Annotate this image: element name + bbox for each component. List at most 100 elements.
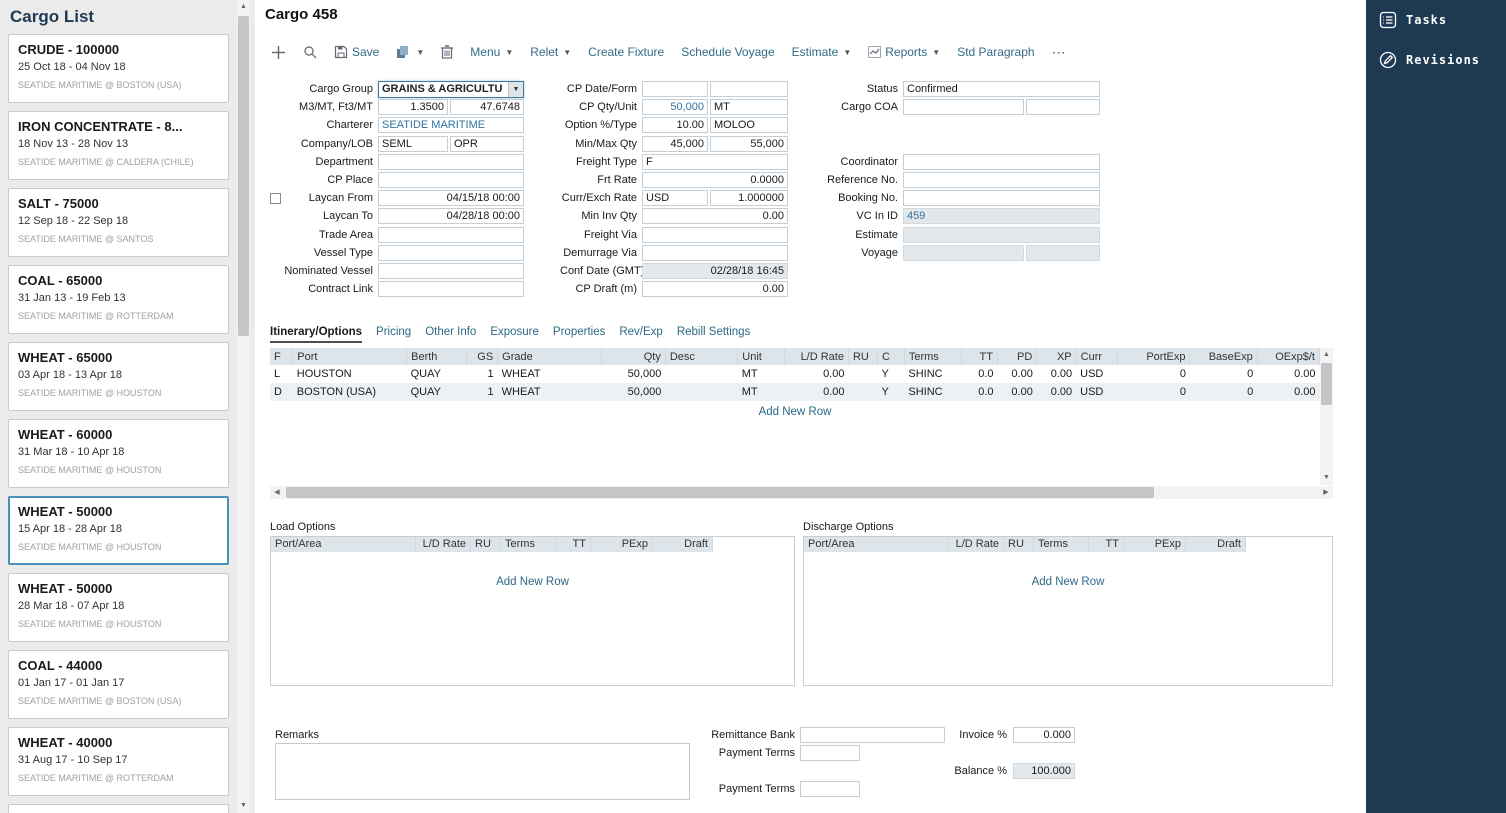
cell-unit[interactable]: MT bbox=[738, 383, 785, 401]
save-button[interactable]: Save bbox=[334, 45, 379, 59]
col-header-terms[interactable]: Terms bbox=[1034, 537, 1089, 552]
cell-xp[interactable]: 0.00 bbox=[1037, 383, 1076, 401]
discharge-options-add-row[interactable]: Add New Row bbox=[804, 552, 1332, 588]
cell-terms[interactable]: SHINC bbox=[904, 383, 961, 401]
cell-tt[interactable]: 0.0 bbox=[961, 365, 997, 383]
schedule-voyage-button[interactable]: Schedule Voyage bbox=[681, 45, 774, 59]
tab-itinerary-options[interactable]: Itinerary/Options bbox=[270, 326, 362, 343]
cell-pd[interactable]: 0.00 bbox=[998, 365, 1037, 383]
reports-button[interactable]: Reports ▼ bbox=[868, 45, 940, 59]
col-header-ru[interactable]: RU bbox=[1004, 537, 1034, 552]
trade-area-field[interactable] bbox=[378, 227, 524, 243]
cell-portexp[interactable]: 0 bbox=[1118, 383, 1190, 401]
cargo-list-scrollbar[interactable]: ▲ ▼ bbox=[237, 0, 250, 813]
col-header-port-area[interactable]: Port/Area bbox=[804, 537, 949, 552]
relet-button[interactable]: Relet ▼ bbox=[530, 45, 571, 59]
cell-oexp-t[interactable]: 0.00 bbox=[1257, 365, 1319, 383]
scrollbar-thumb[interactable] bbox=[286, 487, 1154, 498]
col-header-l-d-rate[interactable]: L/D Rate bbox=[784, 348, 848, 365]
scrollbar-thumb[interactable] bbox=[238, 16, 249, 336]
cargo-list-item[interactable]: SALT - 7500012 Sep 18 - 22 Sep 18SEATIDE… bbox=[8, 188, 229, 257]
menu-button[interactable]: Menu ▼ bbox=[470, 45, 513, 59]
col-header-berth[interactable]: Berth bbox=[407, 348, 467, 365]
laycan-from-field[interactable]: 04/15/18 00:00 bbox=[378, 190, 524, 206]
cp-qty-unit-1-field[interactable]: 50,000 bbox=[642, 99, 708, 115]
contract-link-field[interactable] bbox=[378, 281, 524, 297]
col-header-curr[interactable]: Curr bbox=[1076, 348, 1117, 365]
option-pct-type-2-field[interactable]: MOLOO bbox=[710, 117, 788, 133]
status-field[interactable]: Confirmed bbox=[903, 81, 1100, 97]
cell-port[interactable]: BOSTON (USA) bbox=[293, 383, 407, 401]
m3-ft3-1-field[interactable]: 1.3500 bbox=[378, 99, 448, 115]
col-header-terms[interactable]: Terms bbox=[904, 348, 961, 365]
cell-xp[interactable]: 0.00 bbox=[1037, 365, 1076, 383]
search-icon[interactable] bbox=[303, 45, 317, 59]
col-header-draft[interactable]: Draft bbox=[653, 537, 713, 552]
cell-pd[interactable]: 0.00 bbox=[998, 383, 1037, 401]
scroll-up-icon[interactable]: ▲ bbox=[1320, 348, 1333, 362]
scroll-right-icon[interactable]: ▶ bbox=[1319, 486, 1333, 499]
create-fixture-button[interactable]: Create Fixture bbox=[588, 45, 664, 59]
m3-ft3-2-field[interactable]: 47.6748 bbox=[450, 99, 524, 115]
cell-c[interactable]: Y bbox=[877, 383, 904, 401]
scrollbar-thumb[interactable] bbox=[1321, 363, 1332, 405]
scroll-down-icon[interactable]: ▼ bbox=[237, 799, 250, 813]
scroll-down-icon[interactable]: ▼ bbox=[1320, 471, 1333, 485]
voyage-1-field[interactable] bbox=[903, 245, 1024, 261]
cell-gs[interactable]: 1 bbox=[467, 365, 498, 383]
load-options-add-row[interactable]: Add New Row bbox=[271, 552, 794, 588]
cell-port[interactable]: HOUSTON bbox=[293, 365, 407, 383]
cargo-group-select[interactable]: GRAINS & AGRICULTU▼ bbox=[378, 81, 524, 98]
tab-rebill-settings[interactable]: Rebill Settings bbox=[677, 326, 751, 343]
col-header-port-area[interactable]: Port/Area bbox=[271, 537, 416, 552]
cell-desc[interactable] bbox=[665, 365, 737, 383]
col-header-tt[interactable]: TT bbox=[556, 537, 591, 552]
cell-f[interactable]: D bbox=[270, 383, 293, 401]
remarks-textarea[interactable] bbox=[275, 743, 690, 800]
cp-date-form-1-field[interactable] bbox=[642, 81, 708, 97]
cell-qty[interactable]: 50,000 bbox=[601, 365, 665, 383]
cargo-list-item[interactable]: WHEAT - 6000031 Mar 18 - 10 Apr 18SEATID… bbox=[8, 419, 229, 488]
tab-pricing[interactable]: Pricing bbox=[376, 326, 411, 343]
col-header-tt[interactable]: TT bbox=[961, 348, 997, 365]
col-header-l-d-rate[interactable]: L/D Rate bbox=[416, 537, 471, 552]
cell-c[interactable]: Y bbox=[877, 365, 904, 383]
coordinator-field[interactable] bbox=[903, 154, 1100, 170]
cell-l-d-rate[interactable]: 0.00 bbox=[784, 365, 848, 383]
cell-berth[interactable]: QUAY bbox=[407, 365, 467, 383]
col-header-portexp[interactable]: PortExp bbox=[1118, 348, 1190, 365]
cell-portexp[interactable]: 0 bbox=[1118, 365, 1190, 383]
cell-f[interactable]: L bbox=[270, 365, 293, 383]
freight-via-field[interactable] bbox=[642, 227, 788, 243]
col-header-tt[interactable]: TT bbox=[1089, 537, 1124, 552]
col-header-xp[interactable]: XP bbox=[1037, 348, 1076, 365]
scroll-up-icon[interactable]: ▲ bbox=[237, 0, 250, 14]
cell-l-d-rate[interactable]: 0.00 bbox=[784, 383, 848, 401]
scroll-left-icon[interactable]: ◀ bbox=[270, 486, 284, 499]
col-header-l-d-rate[interactable]: L/D Rate bbox=[949, 537, 1004, 552]
cp-place-field[interactable] bbox=[378, 172, 524, 188]
itinerary-row[interactable]: LHOUSTONQUAY1WHEAT50,000MT0.00YSHINC0.00… bbox=[270, 365, 1320, 383]
remittance-bank-field[interactable] bbox=[800, 727, 945, 743]
col-header-desc[interactable]: Desc bbox=[665, 348, 737, 365]
cargo-coa-1-field[interactable] bbox=[903, 99, 1024, 115]
delete-button[interactable] bbox=[441, 45, 453, 59]
company-lob-1-field[interactable]: SEML bbox=[378, 136, 448, 152]
freight-type-field[interactable]: F bbox=[642, 154, 788, 170]
cp-draft-m-field[interactable]: 0.00 bbox=[642, 281, 788, 297]
voyage-2-field[interactable] bbox=[1026, 245, 1100, 261]
laycan-from-checkbox[interactable] bbox=[270, 193, 281, 204]
demurrage-via-field[interactable] bbox=[642, 245, 788, 261]
col-header-pd[interactable]: PD bbox=[998, 348, 1037, 365]
col-header-unit[interactable]: Unit bbox=[738, 348, 785, 365]
cell-qty[interactable]: 50,000 bbox=[601, 383, 665, 401]
cell-desc[interactable] bbox=[665, 383, 737, 401]
col-header-qty[interactable]: Qty bbox=[601, 348, 665, 365]
cargo-list-item[interactable]: COAL - 4400001 Jan 17 - 01 Jan 17SEATIDE… bbox=[8, 650, 229, 719]
min-inv-qty-field[interactable]: 0.00 bbox=[642, 208, 788, 224]
cell-oexp-t[interactable]: 0.00 bbox=[1257, 383, 1319, 401]
option-pct-type-1-field[interactable]: 10.00 bbox=[642, 117, 708, 133]
conf-date-gmt-field[interactable]: 02/28/18 16:45 bbox=[642, 263, 788, 279]
cargo-list-item[interactable]: COAL - 6500031 Jan 13 - 19 Feb 13SEATIDE… bbox=[8, 265, 229, 334]
cp-date-form-2-field[interactable] bbox=[710, 81, 788, 97]
